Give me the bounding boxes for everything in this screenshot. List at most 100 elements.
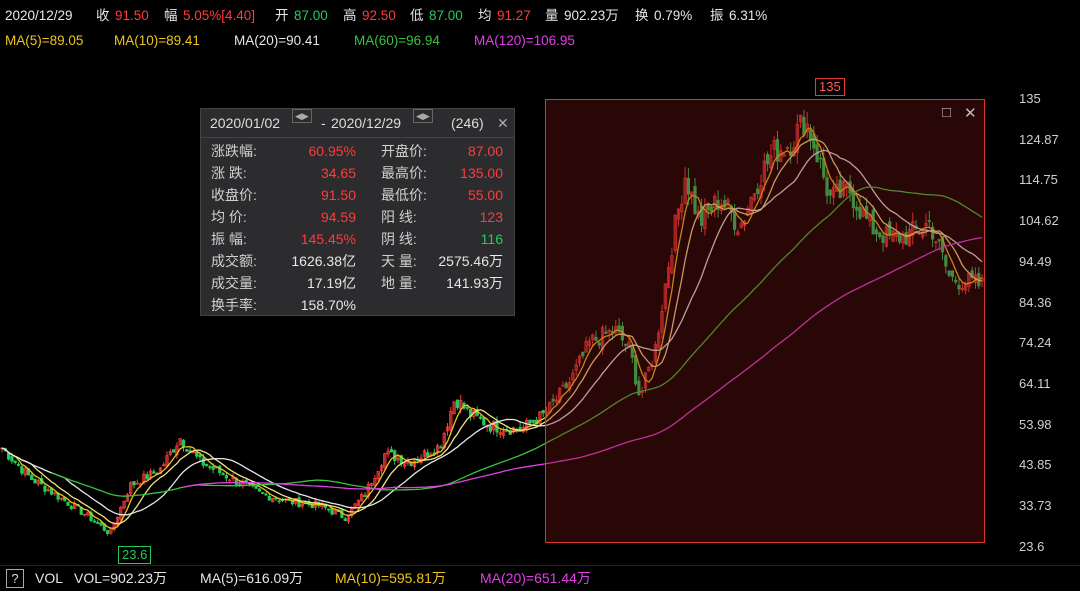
candle-body xyxy=(426,452,430,457)
close-panel-icon[interactable]: ✕ xyxy=(497,109,509,137)
candle-body xyxy=(257,488,262,492)
candle-body xyxy=(106,530,110,535)
end-date-stepper[interactable]: ◀▶ xyxy=(413,109,433,123)
candle-body xyxy=(389,449,394,453)
price-tick: 104.62 xyxy=(1019,213,1059,229)
candle-body xyxy=(267,495,271,501)
candle-body xyxy=(201,457,205,466)
candle-body xyxy=(33,478,37,484)
candle-body xyxy=(66,501,70,506)
candle-body xyxy=(99,522,103,526)
candle-body xyxy=(181,440,186,448)
price-tick: 94.49 xyxy=(1019,253,1052,269)
candle-body xyxy=(455,399,460,408)
candle-body xyxy=(277,500,281,503)
stat-label: 最低价: xyxy=(381,187,427,203)
candle-body xyxy=(465,406,469,409)
candle-body xyxy=(10,456,14,462)
price-tick: 23.6 xyxy=(1019,538,1045,554)
stat-label: 地 量: xyxy=(381,275,417,291)
candle-body xyxy=(264,493,268,496)
price-tick: 84.36 xyxy=(1019,294,1052,310)
price-tick: 64.11 xyxy=(1019,375,1051,391)
price-tick: 114.75 xyxy=(1019,172,1058,188)
stat-row: 最高价: 135.00 xyxy=(201,162,514,184)
help-icon[interactable]: ? xyxy=(6,569,24,588)
candle-body xyxy=(7,452,11,460)
candle-body xyxy=(13,460,17,463)
vol-ma20: MA(20)=651.44万 xyxy=(480,570,591,586)
range-statistics-panel: 2020/01/02 ◀▶ - 2020/12/29 ◀▶ (246) ✕ 涨跌… xyxy=(200,108,515,316)
candle-body xyxy=(16,463,21,466)
candle-body xyxy=(363,495,367,497)
candle-body xyxy=(327,508,331,511)
stat-value: 135.00 xyxy=(460,165,503,181)
candle-body xyxy=(343,518,347,522)
vol-ma5: MA(5)=616.09万 xyxy=(200,570,304,586)
vol-value: VOL=902.23万 xyxy=(74,570,168,586)
candle-body xyxy=(221,473,225,475)
start-date-stepper[interactable]: ◀▶ xyxy=(292,109,312,123)
stat-row: 地 量: 141.93万 xyxy=(201,272,514,294)
range-selection-box[interactable]: □ ✕ xyxy=(545,99,985,543)
candle-body xyxy=(261,492,265,494)
close-icon[interactable]: ✕ xyxy=(964,104,977,122)
price-tick: 124.87 xyxy=(1019,131,1059,147)
stat-row: 开盘价: 87.00 xyxy=(201,140,514,162)
stat-label: 天 量: xyxy=(381,253,417,269)
candle-body xyxy=(224,475,228,479)
price-tick: 74.24 xyxy=(1019,335,1052,351)
start-date[interactable]: 2020/01/02 xyxy=(210,109,280,137)
stat-row: 阳 线: 123 xyxy=(201,206,514,228)
stat-value: 123 xyxy=(479,209,503,225)
stat-value: 158.70% xyxy=(300,297,356,313)
price-tick: 53.98 xyxy=(1019,416,1052,432)
candle-body xyxy=(204,463,209,467)
stat-row: 阴 线: 116 xyxy=(201,228,514,250)
stat-row: 换手率: 158.70% xyxy=(201,294,371,316)
high-price-flag: 135 xyxy=(815,78,845,96)
candle-body xyxy=(171,449,176,453)
stat-label: 阳 线: xyxy=(381,209,417,225)
candle-body xyxy=(439,446,443,449)
price-tick: 135 xyxy=(1019,91,1041,106)
end-date[interactable]: 2020/12/29 xyxy=(331,109,401,137)
stat-value: 55.00 xyxy=(467,187,503,203)
candle-body xyxy=(198,454,202,458)
candle-body xyxy=(528,419,532,424)
candle-body xyxy=(482,417,486,426)
candle-body xyxy=(69,506,73,510)
candle-body xyxy=(330,508,334,515)
candle-body xyxy=(211,466,215,470)
vol-label: VOL xyxy=(35,570,64,586)
candle-body xyxy=(92,520,96,523)
candle-body xyxy=(290,500,295,505)
candle-body xyxy=(132,481,136,486)
stat-value: 2575.46万 xyxy=(438,253,503,269)
stat-label: 开盘价: xyxy=(381,143,427,159)
candle-body xyxy=(96,522,100,524)
bar-count: (246) xyxy=(451,115,484,131)
stat-label: 最高价: xyxy=(381,165,427,181)
candle-body xyxy=(478,416,483,419)
stat-value: 116 xyxy=(480,231,503,247)
stat-value: 87.00 xyxy=(467,143,503,159)
candle-body xyxy=(152,471,156,474)
stat-row: 天 量: 2575.46万 xyxy=(201,250,514,272)
candle-body xyxy=(20,466,24,474)
candle-body xyxy=(531,419,535,423)
candle-body xyxy=(30,474,34,481)
stats-header: 2020/01/02 ◀▶ - 2020/12/29 ◀▶ (246) ✕ xyxy=(201,109,514,138)
candle-body xyxy=(43,485,47,492)
volume-indicator-bar: ? VOL VOL=902.23万 MA(5)=616.09万 MA(10)=5… xyxy=(0,565,1080,591)
stat-row: 最低价: 55.00 xyxy=(201,184,514,206)
candle-body xyxy=(488,425,493,432)
candle-body xyxy=(145,474,149,480)
price-tick: 33.73 xyxy=(1019,498,1052,513)
stat-label: 阴 线: xyxy=(381,231,417,247)
stat-value: 141.93万 xyxy=(446,275,503,291)
candle-body xyxy=(208,466,212,469)
price-tick: 43.85 xyxy=(1019,457,1052,473)
maximize-icon[interactable]: □ xyxy=(942,104,951,121)
candle-body xyxy=(185,449,189,452)
